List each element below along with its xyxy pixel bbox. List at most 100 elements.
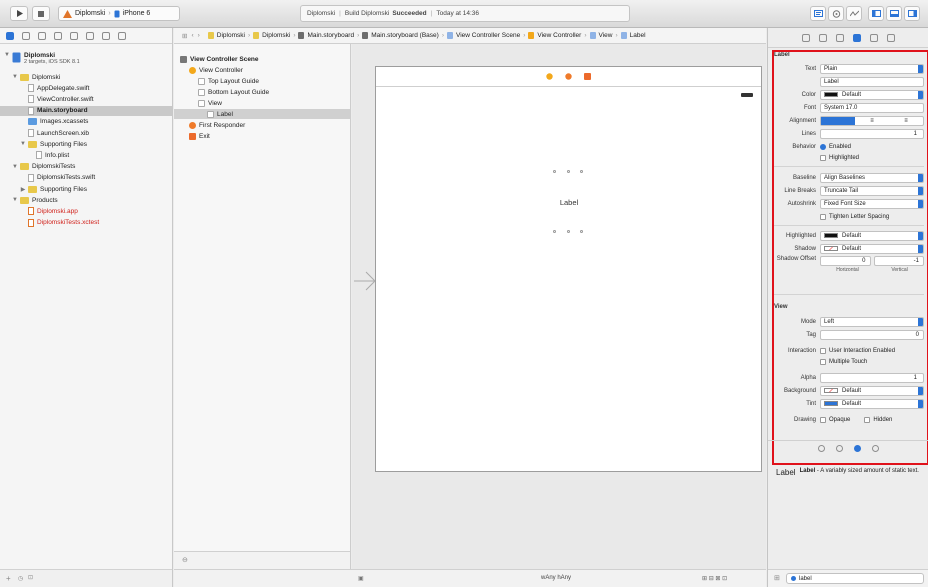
code-snippet-library-icon[interactable] xyxy=(836,445,843,452)
assistant-editor-button[interactable] xyxy=(828,6,844,21)
tag-field[interactable]: 0 xyxy=(820,329,924,340)
align-left-icon[interactable] xyxy=(821,116,855,125)
connections-inspector-tab-icon[interactable] xyxy=(886,33,895,42)
filter-icon[interactable]: ⊖ xyxy=(182,556,188,564)
file-template-library-icon[interactable] xyxy=(818,445,825,452)
resize-handles-bottom[interactable] xyxy=(553,230,583,233)
disclosure-open-icon[interactable]: ▼ xyxy=(20,141,26,147)
breadcrumb-item[interactable]: View xyxy=(599,32,613,39)
toggle-navigator-button[interactable] xyxy=(868,6,884,21)
stop-button[interactable] xyxy=(32,6,50,21)
align-center-icon[interactable]: ≡ xyxy=(855,118,889,124)
text-type-select[interactable]: Plain xyxy=(820,63,924,74)
exit-icon[interactable] xyxy=(584,73,591,80)
disclosure-closed-icon[interactable]: ▶ xyxy=(20,186,26,193)
alpha-field[interactable]: 1 xyxy=(820,372,924,383)
background-color-select[interactable]: Default xyxy=(820,385,924,396)
view-controller-icon[interactable] xyxy=(546,73,553,80)
forward-arrow-icon[interactable]: › xyxy=(198,32,200,39)
scm-filter-icon[interactable]: ⊡ xyxy=(28,574,33,581)
breakpoint-navigator-tab-icon[interactable] xyxy=(102,31,110,40)
file-tree-item[interactable]: DiplomskiTests.xctest xyxy=(20,218,99,228)
scheme-selector[interactable]: Diplomski › iPhone 6 xyxy=(58,6,180,21)
shadow-offset-h-field[interactable]: 0 xyxy=(820,256,871,266)
quick-help-tab-icon[interactable] xyxy=(818,33,827,42)
outline-toggle-icon[interactable]: ▣ xyxy=(358,575,364,582)
toggle-debug-button[interactable] xyxy=(886,6,902,21)
file-tree-item[interactable]: LaunchScreen.xib xyxy=(20,128,89,138)
file-tree-item[interactable]: ▼ Products xyxy=(12,195,58,205)
autoshrink-select[interactable]: Fixed Font Size xyxy=(820,198,924,209)
storyboard-canvas[interactable]: Label xyxy=(352,44,766,569)
find-navigator-tab-icon[interactable] xyxy=(38,31,46,40)
issue-navigator-tab-icon[interactable] xyxy=(54,31,62,40)
file-tree-item[interactable]: ▼ Diplomski xyxy=(12,72,60,82)
grid-view-icon[interactable]: ⊞ xyxy=(774,574,780,582)
file-tree-item[interactable]: ▶ Supporting Files xyxy=(20,184,87,194)
tint-color-select[interactable]: Default xyxy=(820,398,924,409)
library-filter-input[interactable]: label xyxy=(786,573,924,584)
disclosure-open-icon[interactable]: ▼ xyxy=(12,164,18,170)
recent-files-icon[interactable]: ◷ xyxy=(18,575,23,582)
attributes-inspector-tab-icon[interactable] xyxy=(852,33,861,42)
view-controller-scene[interactable]: Label xyxy=(375,66,762,472)
opaque-checkbox[interactable] xyxy=(820,416,826,423)
test-navigator-tab-icon[interactable] xyxy=(70,31,78,40)
outline-item[interactable]: View Controller Scene xyxy=(180,54,259,64)
project-root[interactable]: ▼ Diplomski 2 targets, iOS SDK 8.1 xyxy=(4,52,80,70)
highlighted-checkbox[interactable] xyxy=(820,154,826,161)
tighten-checkbox[interactable] xyxy=(820,213,826,220)
alignment-segmented-control[interactable]: ≡ ≡ xyxy=(820,115,924,126)
highlighted-color-select[interactable]: Default xyxy=(820,230,924,241)
object-library-icon[interactable] xyxy=(854,445,861,452)
hidden-checkbox[interactable] xyxy=(864,416,871,423)
standard-editor-button[interactable] xyxy=(810,6,826,21)
toggle-utilities-button[interactable] xyxy=(904,6,920,21)
breadcrumb-item[interactable]: View Controller Scene xyxy=(456,32,520,39)
size-inspector-tab-icon[interactable] xyxy=(869,33,878,42)
baseline-select[interactable]: Align Baselines xyxy=(820,172,924,183)
outline-item[interactable]: Exit xyxy=(189,131,210,141)
project-navigator-tab-icon[interactable] xyxy=(6,31,14,40)
related-items-icon[interactable]: ⊞ xyxy=(182,32,187,40)
outline-item[interactable]: Label xyxy=(174,109,350,119)
breadcrumb-item[interactable]: View Controller xyxy=(537,32,581,39)
align-right-icon[interactable]: ≡ xyxy=(889,118,923,124)
run-button[interactable] xyxy=(10,6,28,21)
lines-stepper[interactable]: 1 xyxy=(820,128,924,139)
first-responder-icon[interactable] xyxy=(565,73,572,80)
file-tree-item[interactable]: Info.plist xyxy=(28,150,69,160)
debug-navigator-tab-icon[interactable] xyxy=(86,31,94,40)
shadow-color-select[interactable]: Default xyxy=(820,243,924,254)
breadcrumb-item[interactable]: Label xyxy=(630,32,646,39)
size-class-control[interactable]: wAny hAny xyxy=(541,575,571,581)
file-tree-item[interactable]: AppDelegate.swift xyxy=(20,83,89,93)
disclosure-open-icon[interactable]: ▼ xyxy=(12,197,18,203)
breadcrumb-item[interactable]: Diplomski xyxy=(217,32,245,39)
shadow-offset-v-field[interactable]: -1 xyxy=(873,256,924,266)
media-library-icon[interactable] xyxy=(872,445,879,452)
outline-item[interactable]: View Controller xyxy=(189,65,243,75)
canvas-label[interactable]: Label xyxy=(551,198,587,207)
outline-item[interactable]: First Responder xyxy=(189,120,245,130)
file-tree-item[interactable]: Images.xcassets xyxy=(20,117,88,127)
report-navigator-tab-icon[interactable] xyxy=(118,31,126,40)
version-editor-button[interactable] xyxy=(846,6,862,21)
resize-handles-top[interactable] xyxy=(553,170,583,173)
file-tree-item[interactable]: Main.storyboard xyxy=(0,105,172,116)
disclosure-open-icon[interactable]: ▼ xyxy=(12,74,18,80)
symbol-navigator-tab-icon[interactable] xyxy=(22,31,30,40)
file-inspector-tab-icon[interactable] xyxy=(801,33,810,42)
file-tree-item[interactable]: ViewController.swift xyxy=(20,94,94,104)
breadcrumb-item[interactable]: Main.storyboard xyxy=(307,32,354,39)
line-breaks-select[interactable]: Truncate Tail xyxy=(820,185,924,196)
text-color-select[interactable]: Default xyxy=(820,89,924,100)
breadcrumb-item[interactable]: Main.storyboard (Base) xyxy=(371,32,439,39)
outline-item[interactable]: View xyxy=(198,98,222,108)
outline-item[interactable]: Bottom Layout Guide xyxy=(198,87,269,97)
content-mode-select[interactable]: Left xyxy=(820,316,924,327)
file-tree-item[interactable]: ▼ DiplomskiTests xyxy=(12,162,75,172)
library-item-label[interactable]: Label Label - A variably sized amount of… xyxy=(776,468,926,490)
breadcrumb-item[interactable]: Diplomski xyxy=(262,32,290,39)
file-tree-item[interactable]: DiplomskiTests.swift xyxy=(20,173,95,183)
